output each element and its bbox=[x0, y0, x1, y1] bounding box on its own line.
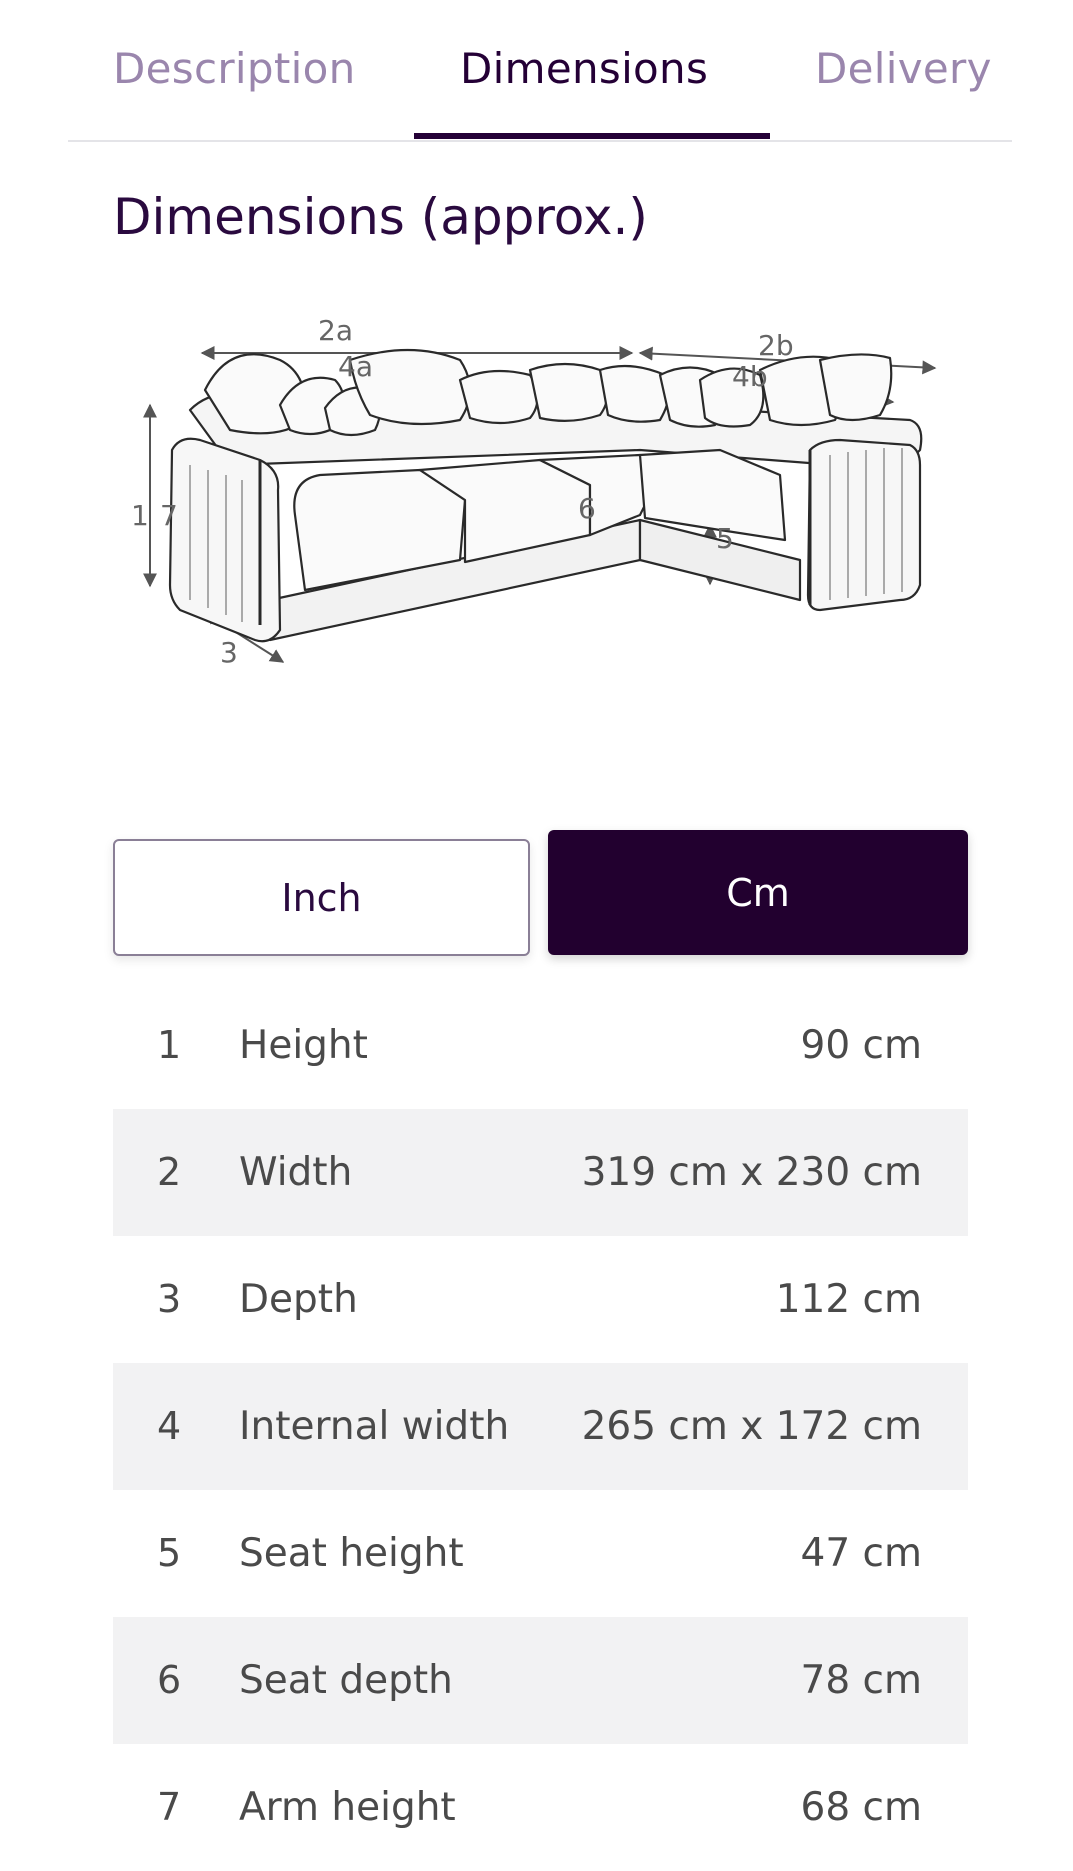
row-label: Internal width bbox=[239, 1404, 510, 1449]
row-label: Arm height bbox=[239, 1785, 456, 1830]
dimension-label-4b: 4b bbox=[732, 360, 768, 393]
row-value: 319 cm x 230 cm bbox=[581, 1150, 922, 1195]
table-row: 4 Internal width 265 cm x 172 cm bbox=[113, 1363, 968, 1490]
row-number: 2 bbox=[157, 1150, 182, 1194]
row-value: 68 cm bbox=[800, 1785, 922, 1830]
dimension-label-1: 1 bbox=[131, 499, 149, 532]
table-row: 1 Height 90 cm bbox=[113, 982, 968, 1109]
row-number: 4 bbox=[157, 1404, 182, 1448]
corner-sofa-diagram: 2a 2b 4a 4b 1 7 6 5 3 bbox=[131, 314, 937, 669]
dimension-label-7: 7 bbox=[160, 499, 178, 532]
row-number: 3 bbox=[157, 1277, 182, 1321]
table-row: 7 Arm height 68 cm bbox=[113, 1744, 968, 1871]
dimension-label-6: 6 bbox=[578, 492, 596, 525]
active-tab-indicator bbox=[414, 133, 770, 139]
row-number: 5 bbox=[157, 1531, 182, 1575]
row-label: Seat height bbox=[239, 1531, 464, 1576]
row-number: 7 bbox=[157, 1785, 182, 1829]
table-row: 5 Seat height 47 cm bbox=[113, 1490, 968, 1617]
tab-description[interactable]: Description bbox=[113, 44, 356, 93]
row-value: 265 cm x 172 cm bbox=[581, 1404, 922, 1449]
row-label: Height bbox=[239, 1023, 368, 1068]
row-number: 6 bbox=[157, 1658, 182, 1702]
tab-delivery[interactable]: Delivery bbox=[815, 44, 992, 93]
row-value: 47 cm bbox=[800, 1531, 922, 1576]
inch-button[interactable]: Inch bbox=[113, 839, 530, 956]
dimension-label-2a: 2a bbox=[318, 314, 353, 347]
table-row: 2 Width 319 cm x 230 cm bbox=[113, 1109, 968, 1236]
section-title: Dimensions (approx.) bbox=[113, 188, 648, 246]
table-row: 6 Seat depth 78 cm bbox=[113, 1617, 968, 1744]
dimension-label-3: 3 bbox=[220, 636, 238, 669]
tab-bar: Description Dimensions Delivery bbox=[68, 0, 1012, 142]
unit-toggle: Inch Cm bbox=[113, 830, 968, 956]
row-value: 112 cm bbox=[775, 1277, 922, 1322]
table-row: 3 Depth 112 cm bbox=[113, 1236, 968, 1363]
sofa-outline bbox=[168, 348, 923, 643]
row-label: Depth bbox=[239, 1277, 358, 1322]
dimensions-table: 1 Height 90 cm 2 Width 319 cm x 230 cm 3… bbox=[113, 982, 968, 1871]
dimension-label-2b: 2b bbox=[758, 329, 794, 362]
cm-button[interactable]: Cm bbox=[548, 830, 968, 955]
dimension-label-4a: 4a bbox=[338, 350, 373, 383]
tab-dimensions[interactable]: Dimensions bbox=[460, 44, 708, 93]
row-label: Width bbox=[239, 1150, 353, 1195]
dimension-label-5: 5 bbox=[716, 522, 734, 555]
row-label: Seat depth bbox=[239, 1658, 453, 1703]
row-value: 78 cm bbox=[800, 1658, 922, 1703]
row-number: 1 bbox=[157, 1023, 182, 1067]
row-value: 90 cm bbox=[800, 1023, 922, 1068]
